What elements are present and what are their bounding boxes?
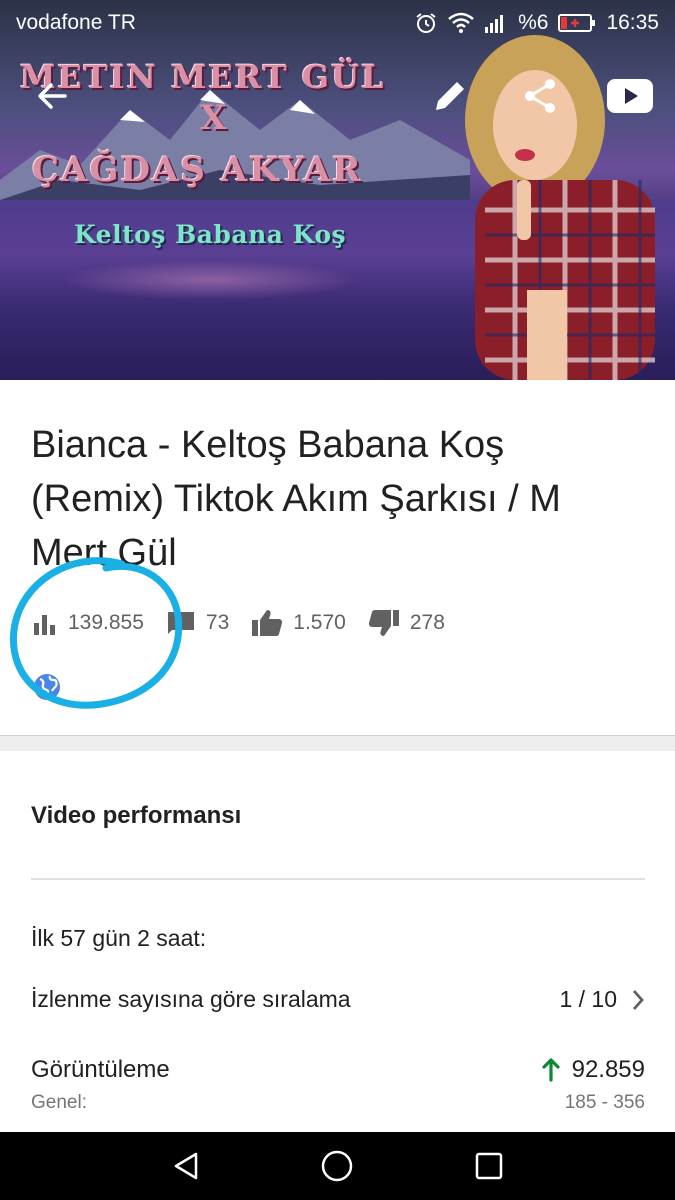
back-arrow-icon [38,83,67,109]
views-label: Görüntüleme [31,1056,170,1083]
rank-value: 1 / 10 [559,986,617,1012]
alarm-icon [414,11,438,35]
recents-square-icon [475,1152,503,1180]
performance-section-title: Video performansı [31,802,242,829]
back-button[interactable] [24,68,80,124]
nav-back-button[interactable] [156,1136,216,1196]
nav-home-button[interactable] [307,1136,367,1196]
nav-recents-button[interactable] [459,1136,519,1196]
general-row: Genel: 185 - 356 [31,1092,645,1114]
signal-icon [484,13,508,33]
youtube-icon [607,79,653,113]
share-icon [525,79,555,113]
general-label: Genel: [31,1092,87,1113]
back-triangle-icon [174,1152,198,1180]
views-value: 92.859 [571,1056,645,1083]
dislikes-count: 278 [409,611,445,634]
battery-percent: %6 [518,11,549,34]
arrow-up-icon [541,1058,560,1082]
likes-stat: 1.570 [251,609,346,637]
thumbs-down-icon [368,610,399,636]
chevron-right-icon [632,989,644,1010]
top-action-bar [0,68,675,128]
comments-count: 73 [205,611,230,634]
banner-song-title: Keltoş Babana Koş [74,220,347,249]
edit-icon [436,82,464,110]
banner-artist-2: ÇAĞDAŞ AKYAR [32,150,363,190]
status-bar: vodafone TR %6 16:35 [0,0,675,46]
carrier-name: vodafone TR [16,11,136,34]
youtube-button[interactable] [602,68,658,124]
share-button[interactable] [512,68,568,124]
views-row: Görüntüleme 92.859 [31,1056,645,1084]
edit-button[interactable] [422,68,478,124]
section-divider [0,735,675,751]
dislikes-stat: 278 [368,609,445,637]
battery-icon [558,13,596,33]
hand-drawn-highlight-circle [9,557,183,709]
clock: 16:35 [606,11,659,34]
general-range: 185 - 356 [564,1092,645,1113]
wifi-icon [448,12,474,34]
rank-label: İzlenme sayısına göre sıralama [31,986,351,1012]
video-thumbnail-banner: METIN MERT GÜL X ÇAĞDAŞ AKYAR Keltoş Bab… [0,0,675,380]
likes-count: 1.570 [293,611,346,634]
performance-divider [31,878,645,880]
system-nav-bar [0,1132,675,1200]
home-circle-icon [322,1150,353,1182]
rank-row[interactable]: İzlenme sayısına göre sıralama 1 / 10 [31,986,645,1013]
period-label: İlk 57 gün 2 saat: [31,925,207,951]
thumbs-up-icon [252,610,283,636]
